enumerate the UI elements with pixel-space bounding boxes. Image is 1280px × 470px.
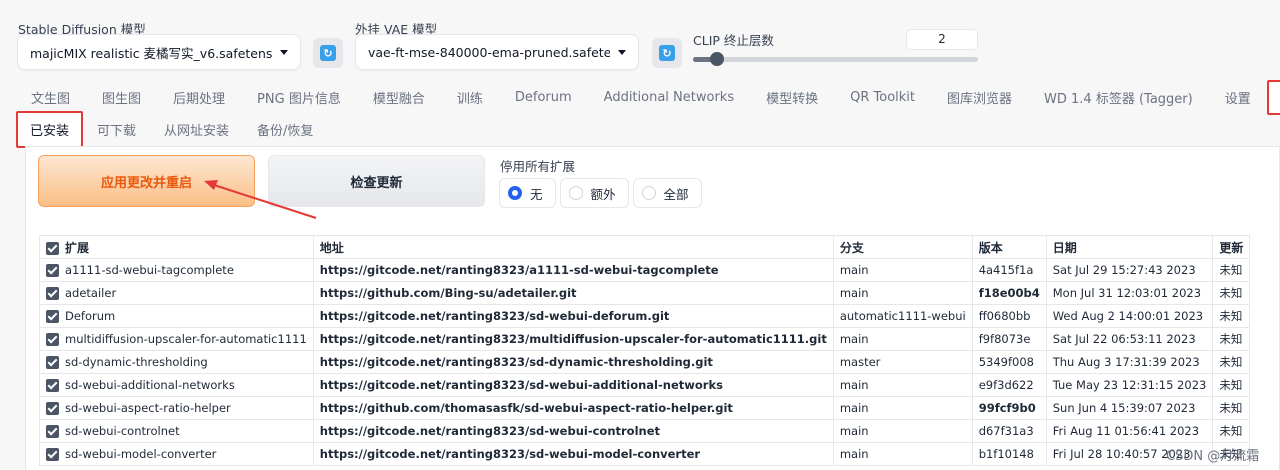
cell-update: 未知 (1212, 304, 1251, 328)
cell-version: 99fcf9b0 (971, 396, 1047, 420)
cell-url[interactable]: https://github.com/thomasasfk/sd-webui-a… (312, 396, 834, 420)
table-row: sd-dynamic-thresholding https://gitcode.n… (39, 350, 1251, 374)
cell-branch: main (832, 442, 973, 466)
cell-update: 未知 (1212, 419, 1251, 443)
cell-url[interactable]: https://gitcode.net/ranting8323/sd-webui… (312, 304, 834, 328)
table-row: sd-webui-aspect-ratio-helper https://gith… (39, 396, 1251, 420)
cell-url[interactable]: https://gitcode.net/ranting8323/sd-webui… (312, 419, 834, 443)
table-row: Deforum https://gitcode.net/ranting8323/s… (39, 304, 1251, 328)
extension-name: sd-dynamic-thresholding (65, 355, 208, 369)
header-update: 更新 (1212, 235, 1251, 259)
extension-name: sd-webui-model-converter (65, 447, 217, 461)
extension-checkbox[interactable] (46, 333, 59, 346)
cell-branch: main (832, 373, 973, 397)
cell-version: ff0680bb (971, 304, 1047, 328)
cell-version: f9f8073e (971, 327, 1047, 351)
cell-extension: sd-webui-additional-networks (39, 373, 314, 397)
extension-checkbox[interactable] (46, 448, 59, 461)
cell-update: 未知 (1212, 350, 1251, 374)
cell-update: 未知 (1212, 258, 1251, 282)
extension-checkbox[interactable] (46, 310, 59, 323)
extension-name: sd-webui-aspect-ratio-helper (65, 401, 231, 415)
cell-extension: Deforum (39, 304, 314, 328)
cell-extension: sd-webui-controlnet (39, 419, 314, 443)
cell-date: Fri Aug 11 01:56:41 2023 (1045, 419, 1214, 443)
extension-name: sd-webui-additional-networks (65, 378, 235, 392)
table-row: adetailer https://github.com/Bing-su/adet… (39, 281, 1251, 305)
extensions-table: 扩展 地址 分支 版本 日期 更新 a1111-sd-webui-tagcomp… (39, 235, 1251, 466)
cell-update: 未知 (1212, 281, 1251, 305)
extension-checkbox[interactable] (46, 264, 59, 277)
extension-name: multidiffusion-upscaler-for-automatic111… (65, 332, 307, 346)
cell-url[interactable]: https://gitcode.net/ranting8323/multidif… (312, 327, 834, 351)
cell-extension: multidiffusion-upscaler-for-automatic111… (39, 327, 314, 351)
header-extension: 扩展 (39, 235, 314, 259)
cell-date: Sat Jul 22 06:53:11 2023 (1045, 327, 1214, 351)
cell-version: e9f3d622 (971, 373, 1047, 397)
header-url: 地址 (312, 235, 834, 259)
cell-extension: adetailer (39, 281, 314, 305)
cell-url[interactable]: https://gitcode.net/ranting8323/a1111-sd… (312, 258, 834, 282)
cell-extension: a1111-sd-webui-tagcomplete (39, 258, 314, 282)
cell-extension: sd-dynamic-thresholding (39, 350, 314, 374)
cell-date: Sat Jul 29 15:27:43 2023 (1045, 258, 1214, 282)
extension-checkbox[interactable] (46, 287, 59, 300)
cell-branch: main (832, 396, 973, 420)
header-date: 日期 (1045, 235, 1214, 259)
extension-name: a1111-sd-webui-tagcomplete (65, 263, 234, 277)
extension-name: adetailer (65, 286, 117, 300)
cell-version: b1f10148 (971, 442, 1047, 466)
cell-url[interactable]: https://gitcode.net/ranting8323/sd-webui… (312, 442, 834, 466)
header-branch: 分支 (832, 235, 973, 259)
cell-version: 4a415f1a (971, 258, 1047, 282)
cell-extension: sd-webui-aspect-ratio-helper (39, 396, 314, 420)
cell-url[interactable]: https://github.com/Bing-su/adetailer.git (312, 281, 834, 305)
watermark: CSDN @月流霜 (1166, 449, 1260, 464)
extension-checkbox[interactable] (46, 425, 59, 438)
cell-url[interactable]: https://gitcode.net/ranting8323/sd-dynam… (312, 350, 834, 374)
cell-extension: sd-webui-model-converter (39, 442, 314, 466)
cell-version: 5349f008 (971, 350, 1047, 374)
table-row: sd-webui-model-converter https://gitcode.… (39, 442, 1251, 466)
cell-branch: main (832, 281, 973, 305)
cell-version: f18e00b4 (971, 281, 1047, 305)
cell-branch: main (832, 258, 973, 282)
cell-date: Wed Aug 2 14:00:01 2023 (1045, 304, 1214, 328)
extension-checkbox[interactable] (46, 379, 59, 392)
cell-branch: main (832, 419, 973, 443)
cell-date: Mon Jul 31 12:03:01 2023 (1045, 281, 1214, 305)
extension-checkbox[interactable] (46, 402, 59, 415)
extension-name: sd-webui-controlnet (65, 424, 180, 438)
cell-update: 未知 (1212, 373, 1251, 397)
table-row: a1111-sd-webui-tagcomplete https://gitcod… (39, 258, 1251, 282)
cell-date: Tue May 23 12:31:15 2023 (1045, 373, 1214, 397)
cell-date: Sun Jun 4 15:39:07 2023 (1045, 396, 1214, 420)
select-all-checkbox[interactable] (46, 241, 59, 255)
cell-date: Thu Aug 3 17:31:39 2023 (1045, 350, 1214, 374)
extension-checkbox[interactable] (46, 356, 59, 369)
header-extension-label: 扩展 (65, 240, 90, 255)
table-row: sd-webui-additional-networks https://gitc… (39, 373, 1251, 397)
header-version: 版本 (971, 235, 1047, 259)
cell-update: 未知 (1212, 327, 1251, 351)
cell-branch: automatic1111-webui (832, 304, 973, 328)
cell-update: 未知 (1212, 396, 1251, 420)
cell-branch: master (832, 350, 973, 374)
table-row: sd-webui-controlnet https://gitcode.net/r… (39, 419, 1251, 443)
cell-version: d67f31a3 (971, 419, 1047, 443)
extension-name: Deforum (65, 309, 116, 323)
cell-url[interactable]: https://gitcode.net/ranting8323/sd-webui… (312, 373, 834, 397)
cell-branch: main (832, 327, 973, 351)
table-row: multidiffusion-upscaler-for-automatic111… (39, 327, 1251, 351)
